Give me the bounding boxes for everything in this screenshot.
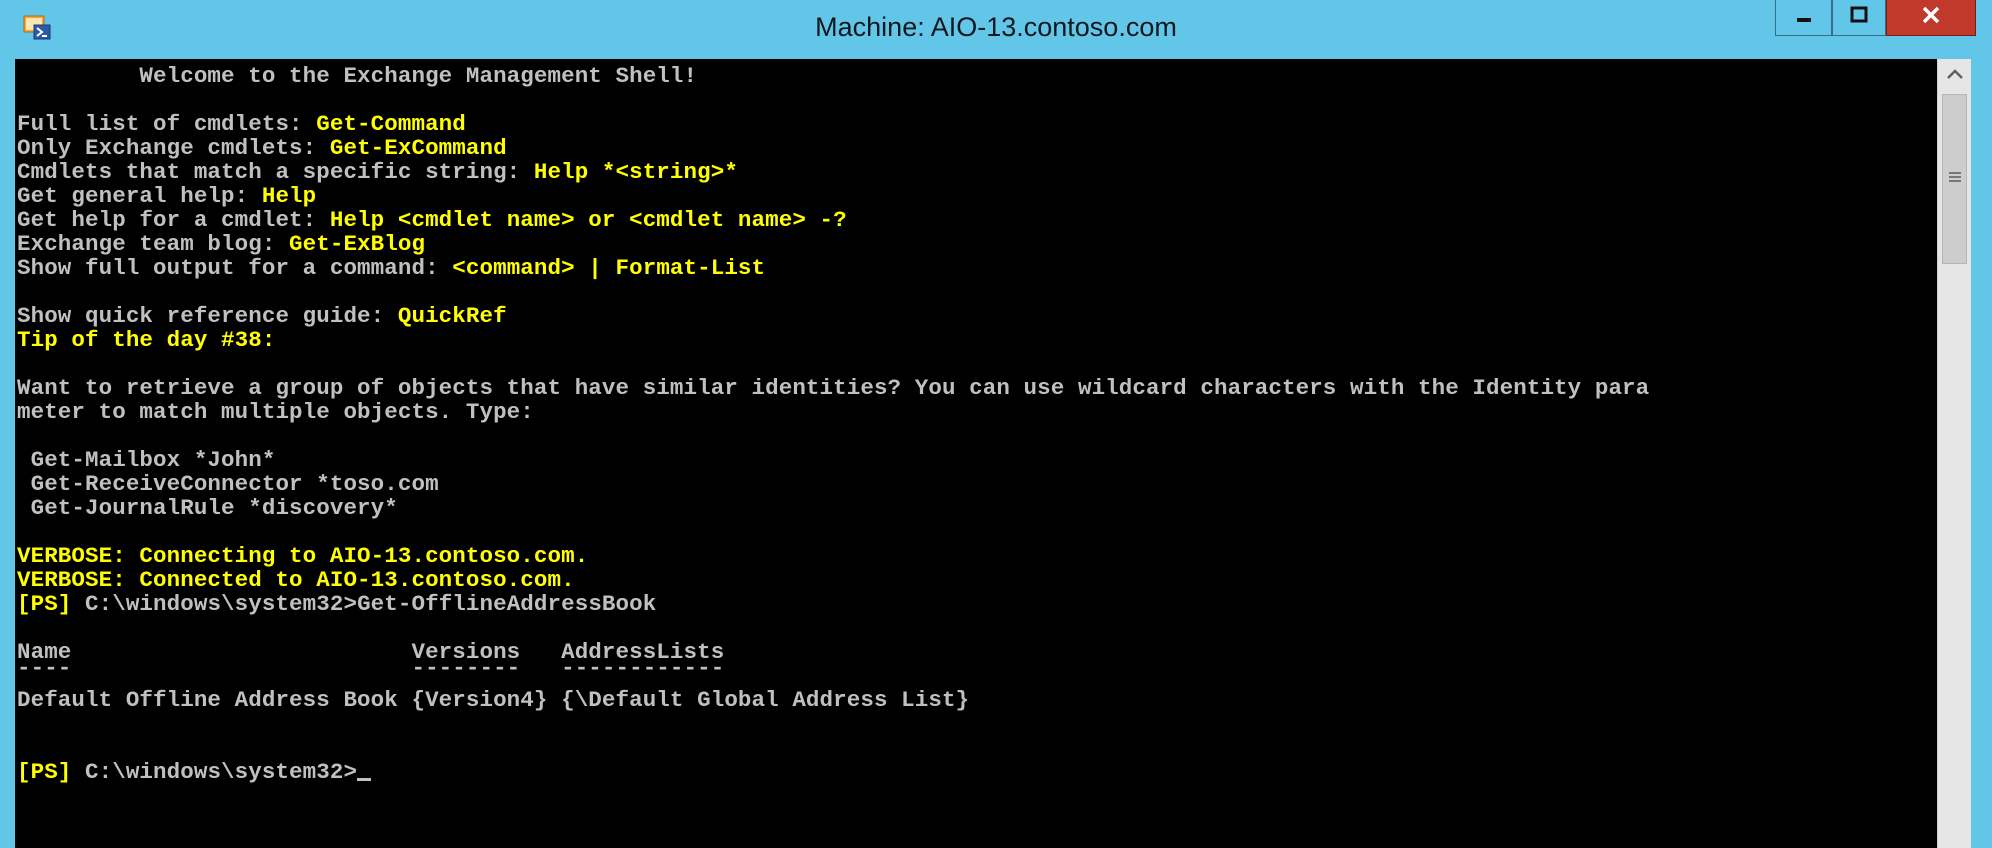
help-label: Exchange team blog:: [17, 231, 290, 257]
help-value: Help <cmdlet name> or <cmdlet name> -?: [329, 207, 847, 233]
prompt-tag: [PS]: [17, 591, 72, 617]
help-value: Help: [261, 183, 317, 209]
entered-command: Get-OfflineAddressBook: [357, 591, 657, 617]
help-value: Help *<string>*: [533, 159, 738, 185]
quickref-line: Show quick reference guide: QuickRef: [17, 304, 507, 328]
current-prompt[interactable]: [PS] C:\windows\system32>: [17, 759, 372, 785]
help-value: Get-ExCommand: [329, 135, 507, 161]
scroll-up-button[interactable]: [1938, 59, 1971, 93]
prompt-path: C:\windows\system32>: [71, 591, 358, 617]
help-line: Cmdlets that match a specific string: He…: [17, 160, 738, 184]
help-line: Only Exchange cmdlets: Get-ExCommand: [17, 136, 507, 160]
scroll-thumb[interactable]: [1942, 94, 1967, 264]
help-label: Only Exchange cmdlets:: [17, 135, 330, 161]
close-icon: [1921, 6, 1941, 29]
help-line: Get help for a cmdlet: Help <cmdlet name…: [17, 208, 847, 232]
tip-text: Want to retrieve a group of objects that…: [17, 375, 1650, 401]
example-line: Get-JournalRule *discovery*: [17, 495, 398, 521]
command-line: [PS] C:\windows\system32>Get-OfflineAddr…: [17, 592, 656, 616]
tip-text: meter to match multiple objects. Type:: [17, 399, 534, 425]
close-button[interactable]: [1886, 0, 1976, 36]
help-value: <command> | Format-List: [452, 255, 766, 281]
table-rule: ---- -------- ------------: [17, 655, 725, 681]
help-label: Get help for a cmdlet:: [17, 207, 330, 233]
help-line: Get general help: Help: [17, 184, 316, 208]
tip-title: Tip of the day #38:: [17, 327, 276, 353]
chevron-up-icon: [1946, 67, 1964, 85]
grip-icon: [1948, 170, 1962, 189]
welcome-line: Welcome to the Exchange Management Shell…: [17, 63, 698, 89]
console-window: Machine: AIO-13.contoso.com Welcome to t…: [0, 0, 1992, 848]
help-value: Get-ExBlog: [289, 231, 426, 257]
title-bar[interactable]: Machine: AIO-13.contoso.com: [0, 0, 1992, 59]
prompt-tag: [PS]: [17, 759, 72, 785]
maximize-button[interactable]: [1832, 0, 1886, 36]
window-title: Machine: AIO-13.contoso.com: [815, 12, 1177, 42]
prompt-path: C:\windows\system32>: [71, 759, 358, 785]
maximize-icon: [1850, 6, 1868, 29]
help-label: Get general help:: [17, 183, 262, 209]
table-row: Default Offline Address Book {Version4} …: [17, 687, 970, 713]
help-line: Show full output for a command: <command…: [17, 256, 765, 280]
help-label: Show full output for a command:: [17, 255, 453, 281]
help-line: Full list of cmdlets: Get-Command: [17, 112, 466, 136]
text-cursor: [357, 778, 372, 781]
verbose-line: VERBOSE: Connecting to AIO-13.contoso.co…: [17, 543, 589, 569]
example-line: Get-ReceiveConnector *toso.com: [17, 471, 439, 497]
help-value: Get-Command: [316, 111, 466, 137]
vertical-scrollbar[interactable]: [1937, 59, 1971, 848]
verbose-line: VERBOSE: Connected to AIO-13.contoso.com…: [17, 567, 575, 593]
help-label: Cmdlets that match a specific string:: [17, 159, 534, 185]
console-output[interactable]: Welcome to the Exchange Management Shell…: [15, 59, 1937, 848]
minimize-button[interactable]: [1775, 0, 1832, 36]
quickref-label: Show quick reference guide:: [17, 303, 398, 329]
quickref-value: QuickRef: [397, 303, 507, 329]
example-line: Get-Mailbox *John*: [17, 447, 276, 473]
help-label: Full list of cmdlets:: [17, 111, 317, 137]
help-line: Exchange team blog: Get-ExBlog: [17, 232, 425, 256]
minimize-icon: [1795, 6, 1813, 29]
